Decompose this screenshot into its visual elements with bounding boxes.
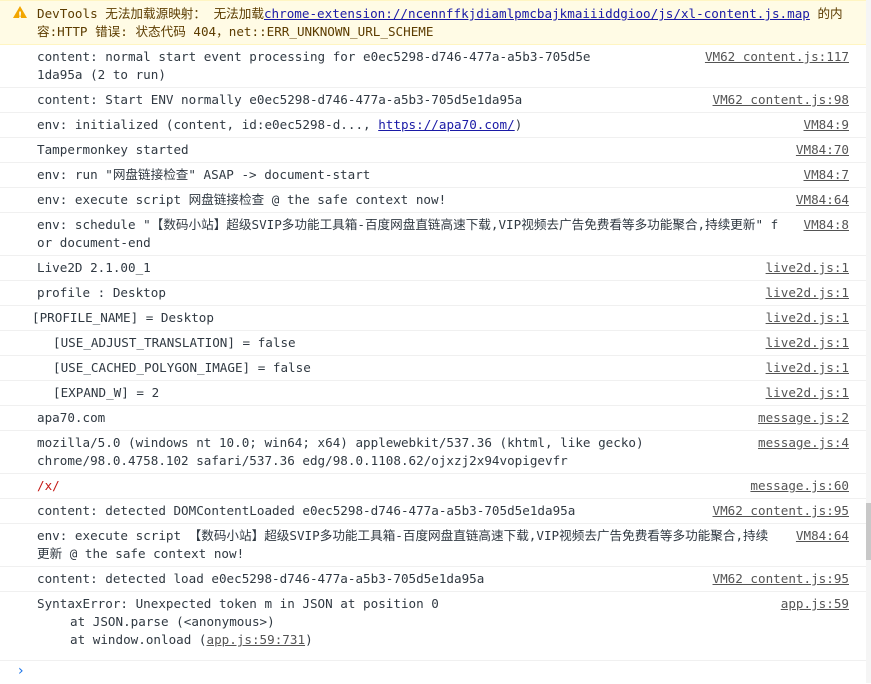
stack-link[interactable]: app.js:59:731 — [206, 632, 305, 647]
message-text: profile : Desktop — [37, 285, 166, 300]
source-link[interactable]: live2d.js:1 — [766, 359, 849, 377]
console-row: VM84:64 env: execute script 网盘链接检查 @ the… — [0, 188, 866, 213]
message-text: env: run "网盘链接检查" ASAP -> document-start — [37, 167, 371, 182]
scrollbar-thumb[interactable] — [866, 503, 871, 560]
console-row: VM84:8 env: schedule "【数码小站】超级SVIP多功能工具箱… — [0, 213, 866, 256]
source-link[interactable]: VM84:64 — [796, 191, 849, 209]
source-link[interactable]: VM84:64 — [796, 527, 849, 545]
stack-frame: at window.onload (app.js:59:731) — [70, 632, 313, 647]
console-row: live2d.js:1 Live2D 2.1.00_1 — [0, 256, 866, 281]
source-link[interactable]: live2d.js:1 — [766, 259, 849, 277]
console-row: live2d.js:1 [EXPAND_W] = 2 — [0, 381, 866, 406]
console-row: message.js:2 apa70.com — [0, 406, 866, 431]
console-prompt[interactable]: › — [0, 660, 866, 684]
console-row: live2d.js:1 profile : Desktop — [0, 281, 866, 306]
console-row: live2d.js:1 [USE_ADJUST_TRANSLATION] = f… — [0, 331, 866, 356]
console-row: VM62 content.js:117 content: normal star… — [0, 45, 866, 88]
source-link[interactable]: live2d.js:1 — [766, 284, 849, 302]
source-link[interactable]: VM84:8 — [804, 216, 850, 234]
warning-icon — [13, 6, 27, 25]
warning-message: DevTools 无法加载源映射： 无法加载chrome-extension:/… — [37, 6, 843, 39]
source-link[interactable]: app.js:59 — [781, 595, 849, 613]
console-row: VM84:64 env: execute script 【数码小站】超级SVIP… — [0, 524, 866, 567]
prompt-chevron-icon: › — [18, 663, 24, 679]
message-text: content: normal start event processing f… — [37, 49, 591, 82]
sourcemap-warning: DevTools 无法加载源映射： 无法加载chrome-extension:/… — [0, 0, 866, 45]
message-text: [PROFILE_NAME] = Desktop — [32, 310, 214, 325]
message-text: apa70.com — [37, 410, 106, 425]
source-link[interactable]: message.js:2 — [758, 409, 849, 427]
regex-value: /x/ — [37, 478, 60, 493]
console-row: live2d.js:1 [PROFILE_NAME] = Desktop — [0, 306, 866, 331]
source-link[interactable]: VM84:7 — [804, 166, 850, 184]
message-text: env: schedule "【数码小站】超级SVIP多功能工具箱-百度网盘直链… — [37, 217, 779, 250]
message-text: Tampermonkey started — [37, 142, 189, 157]
console-row: VM62 content.js:98 content: Start ENV no… — [0, 88, 866, 113]
message-text: env: initialized (content, id:e0ec5298-d… — [37, 117, 523, 132]
message-text: [EXPAND_W] = 2 — [53, 385, 160, 400]
message-text: [USE_CACHED_POLYGON_IMAGE] = false — [53, 360, 311, 375]
console-row: live2d.js:1 [USE_CACHED_POLYGON_IMAGE] =… — [0, 356, 866, 381]
source-link[interactable]: message.js:60 — [750, 477, 849, 495]
source-link[interactable]: live2d.js:1 — [766, 309, 849, 327]
scrollbar[interactable] — [866, 0, 871, 683]
console-row: VM84:9 env: initialized (content, id:e0e… — [0, 113, 866, 138]
message-text: [USE_ADJUST_TRANSLATION] = false — [53, 335, 296, 350]
console-messages: DevTools 无法加载源映射： 无法加载chrome-extension:/… — [0, 0, 866, 652]
source-link[interactable]: VM62 content.js:117 — [705, 48, 849, 66]
source-link[interactable]: message.js:4 — [758, 434, 849, 452]
message-text: env: execute script 【数码小站】超级SVIP多功能工具箱-百… — [37, 528, 769, 561]
source-link[interactable]: VM62 content.js:98 — [713, 91, 849, 109]
stack-frame: at JSON.parse (<anonymous>) — [70, 614, 275, 629]
console-row: VM84:70 Tampermonkey started — [0, 138, 866, 163]
url-link[interactable]: https://apa70.com/ — [378, 117, 514, 132]
console-row: VM62 content.js:95 content: detected loa… — [0, 567, 866, 592]
source-link[interactable]: VM62 content.js:95 — [713, 570, 849, 588]
source-link[interactable]: VM84:70 — [796, 141, 849, 159]
console-row: message.js:4 mozilla/5.0 (windows nt 10.… — [0, 431, 866, 474]
error-row: app.js:59 SyntaxError: Unexpected token … — [0, 592, 866, 652]
source-link[interactable]: VM84:9 — [804, 116, 850, 134]
message-text: mozilla/5.0 (windows nt 10.0; win64; x64… — [37, 435, 652, 468]
console-row: message.js:60 /x/ — [0, 474, 866, 499]
message-text: Live2D 2.1.00_1 — [37, 260, 151, 275]
console-row: VM62 content.js:95 content: detected DOM… — [0, 499, 866, 524]
message-text: env: execute script 网盘链接检查 @ the safe co… — [37, 192, 447, 207]
console-row: VM84:7 env: run "网盘链接检查" ASAP -> documen… — [0, 163, 866, 188]
source-link[interactable]: live2d.js:1 — [766, 384, 849, 402]
source-link[interactable]: live2d.js:1 — [766, 334, 849, 352]
error-message: SyntaxError: Unexpected token m in JSON … — [37, 596, 439, 611]
sourcemap-link[interactable]: chrome-extension://ncennffkjdiamlpmcbajk… — [264, 6, 810, 21]
source-link[interactable]: VM62 content.js:95 — [713, 502, 849, 520]
